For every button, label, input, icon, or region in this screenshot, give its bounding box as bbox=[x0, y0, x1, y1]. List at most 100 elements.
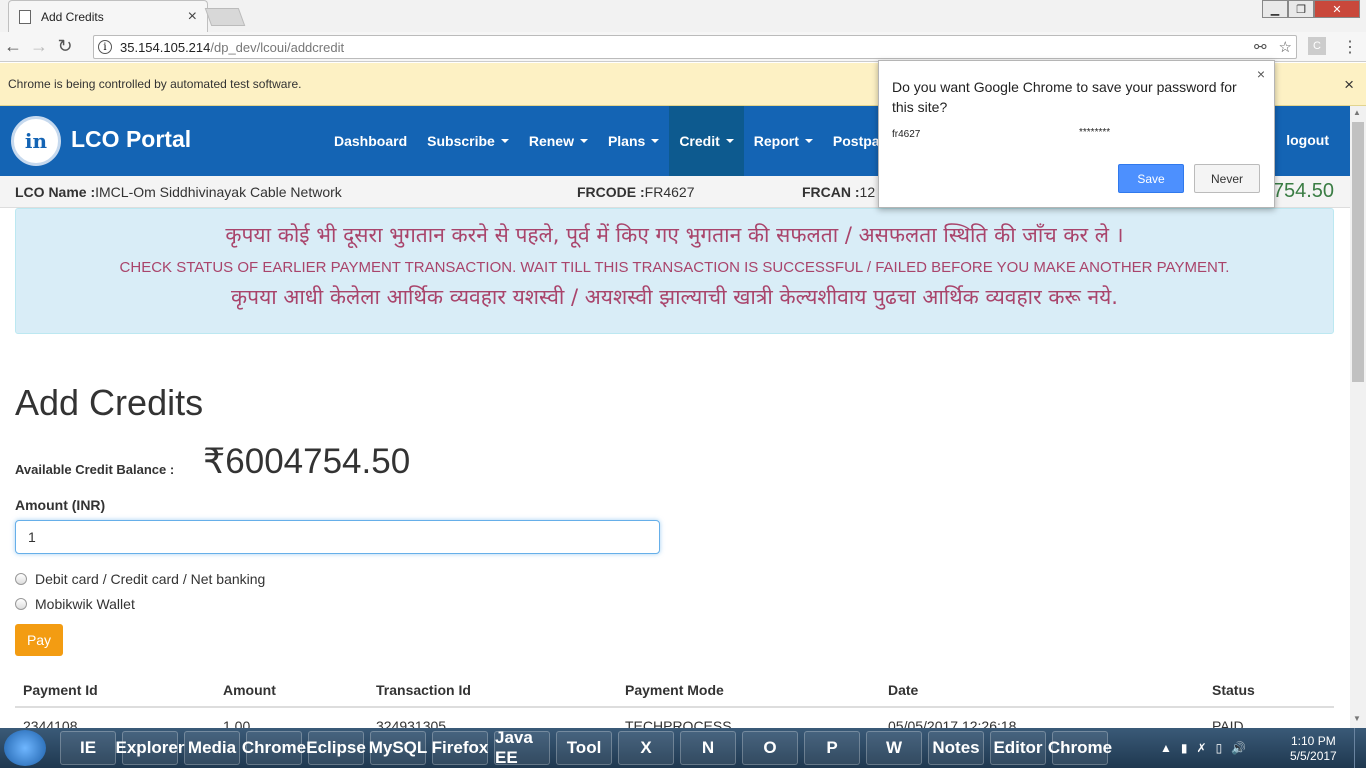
taskbar-media[interactable]: Media bbox=[184, 731, 240, 765]
caret-down-icon bbox=[651, 139, 660, 143]
lco-name: LCO Name :IMCL-Om Siddhivinayak Cable Ne… bbox=[15, 184, 342, 200]
pay-button[interactable]: Pay bbox=[15, 624, 63, 656]
cell-status: PAID bbox=[1212, 718, 1244, 728]
logout-link[interactable]: logout bbox=[1286, 132, 1329, 148]
radio-button[interactable] bbox=[15, 598, 27, 610]
browser-tab[interactable]: Add Credits × bbox=[8, 0, 208, 32]
taskbar-onenote[interactable]: N bbox=[680, 731, 736, 765]
tab-title: Add Credits bbox=[41, 9, 104, 24]
reload-icon[interactable]: ↻ bbox=[52, 36, 78, 57]
frcan-label: FRCAN : bbox=[802, 184, 860, 200]
nav-label: Report bbox=[753, 133, 799, 149]
address-bar[interactable]: i 35.154.105.214 /dp_dev/lcoui/addcredit… bbox=[93, 35, 1297, 59]
nav-label: Subscribe bbox=[427, 133, 495, 149]
nav-item-credit[interactable]: Credit bbox=[669, 106, 744, 176]
extension-icon[interactable]: C bbox=[1308, 37, 1326, 55]
volume-icon[interactable]: 🔊 bbox=[1231, 741, 1246, 755]
col-date: Date bbox=[888, 682, 919, 698]
radio-mobikwik[interactable]: Mobikwik Wallet bbox=[15, 596, 135, 612]
save-password-question: Do you want Google Chrome to save your p… bbox=[892, 79, 1237, 115]
nav-label: Credit bbox=[679, 133, 720, 149]
save-password-button[interactable]: Save bbox=[1118, 164, 1184, 193]
bookmark-star-icon[interactable]: ☆ bbox=[1279, 38, 1292, 56]
taskbar-powerpoint[interactable]: P bbox=[804, 731, 860, 765]
frcode-value: FR4627 bbox=[644, 184, 695, 200]
back-icon[interactable]: ← bbox=[0, 36, 26, 57]
clock-date: 5/5/2017 bbox=[1290, 749, 1337, 763]
alert-hindi: कृपया कोई भी दूसरा भुगतान करने से पहले, … bbox=[225, 223, 1124, 247]
brand-title[interactable]: LCO Portal bbox=[71, 126, 191, 153]
nav-item-report[interactable]: Report bbox=[744, 106, 823, 176]
nav-item-subscribe[interactable]: Subscribe bbox=[417, 106, 519, 176]
info-icon[interactable]: i bbox=[98, 40, 112, 54]
amount-input[interactable] bbox=[15, 520, 660, 554]
tab-close-icon[interactable]: × bbox=[188, 8, 197, 26]
payment-warning-alert: कृपया कोई भी दूसरा भुगतान करने से पहले, … bbox=[15, 208, 1334, 334]
nav-item-renew[interactable]: Renew bbox=[519, 106, 598, 176]
infobar-close-icon[interactable]: × bbox=[1344, 75, 1354, 95]
nav-item-dashboard[interactable]: Dashboard bbox=[324, 106, 417, 176]
taskbar-editor[interactable]: Editor bbox=[990, 731, 1046, 765]
start-button[interactable] bbox=[4, 730, 46, 766]
radio-card-netbanking[interactable]: Debit card / Credit card / Net banking bbox=[15, 571, 265, 587]
never-button[interactable]: Never bbox=[1194, 164, 1260, 193]
minimize-button[interactable]: ▁ bbox=[1262, 0, 1288, 18]
caret-down-icon bbox=[725, 139, 734, 143]
browser-toolbar: ← → ↻ i 35.154.105.214 /dp_dev/lcoui/add… bbox=[0, 32, 1366, 62]
window-close-button[interactable]: ✕ bbox=[1314, 0, 1360, 18]
brand-logo[interactable]: in bbox=[11, 116, 61, 166]
scroll-up-icon[interactable]: ▲ bbox=[1353, 108, 1361, 117]
col-amount: Amount bbox=[223, 682, 276, 698]
radio-button[interactable] bbox=[15, 573, 27, 585]
taskbar-outlook[interactable]: O bbox=[742, 731, 798, 765]
caret-down-icon bbox=[500, 139, 509, 143]
network-icon[interactable]: ✗ bbox=[1197, 741, 1207, 755]
header-balance: 754.50 bbox=[1272, 180, 1334, 202]
cell-payment-id: 2344108 bbox=[23, 718, 78, 728]
windows-taskbar: IE Explorer Media Chrome Eclipse MySQL F… bbox=[0, 728, 1366, 768]
new-tab-button[interactable] bbox=[204, 8, 246, 26]
save-password-dialog: Do you want Google Chrome to save your p… bbox=[878, 60, 1275, 208]
tray-expand-icon[interactable]: ▲ bbox=[1160, 741, 1172, 755]
payment-table: Payment Id Amount Transaction Id Payment… bbox=[15, 672, 1334, 728]
forward-icon[interactable]: → bbox=[26, 36, 52, 57]
battery-icon[interactable]: ▯ bbox=[1216, 741, 1223, 755]
taskbar-tool[interactable]: Tool bbox=[556, 731, 612, 765]
system-clock[interactable]: 1:10 PM 5/5/2017 bbox=[1290, 734, 1337, 764]
frcode: FRCODE :FR4627 bbox=[577, 184, 694, 200]
nav-label: Postpa bbox=[832, 133, 880, 149]
taskbar-notes[interactable]: Notes bbox=[928, 731, 984, 765]
chrome-menu-icon[interactable]: ⋮ bbox=[1342, 37, 1358, 57]
dialog-close-icon[interactable]: × bbox=[1257, 66, 1265, 82]
signal-icon[interactable]: ▮ bbox=[1181, 741, 1188, 755]
taskbar-ie[interactable]: IE bbox=[60, 731, 116, 765]
taskbar-mysql[interactable]: MySQL bbox=[369, 731, 427, 765]
taskbar-excel[interactable]: X bbox=[618, 731, 674, 765]
nav-item-plans[interactable]: Plans bbox=[598, 106, 669, 176]
taskbar-firefox[interactable]: Firefox bbox=[432, 731, 488, 765]
logo-text: in bbox=[24, 129, 48, 153]
page-scrollbar[interactable]: ▲ ▼ bbox=[1350, 106, 1366, 728]
key-icon[interactable]: ⚯ bbox=[1254, 38, 1267, 56]
scroll-down-icon[interactable]: ▼ bbox=[1353, 714, 1361, 723]
taskbar-java-ee[interactable]: Java EE bbox=[494, 728, 550, 767]
cell-transaction-id: 324931305 bbox=[376, 718, 447, 728]
scroll-thumb[interactable] bbox=[1352, 122, 1364, 382]
taskbar-explorer[interactable]: Explorer bbox=[116, 731, 185, 765]
table-row: 2344108 1.00 324931305 TECHPROCESS 05/05… bbox=[15, 708, 1334, 728]
taskbar-eclipse[interactable]: Eclipse bbox=[306, 731, 366, 765]
infobar-text: Chrome is being controlled by automated … bbox=[8, 77, 302, 91]
table-header: Payment Id Amount Transaction Id Payment… bbox=[15, 672, 1334, 708]
cell-payment-mode: TECHPROCESS bbox=[625, 718, 732, 728]
nav-menu: Dashboard Subscribe Renew Plans Credit R… bbox=[324, 106, 890, 176]
cell-date: 05/05/2017 12:26:18 bbox=[888, 718, 1017, 728]
taskbar-word[interactable]: W bbox=[866, 731, 922, 765]
alert-english: CHECK STATUS OF EARLIER PAYMENT TRANSACT… bbox=[119, 259, 1230, 276]
window-controls: ▁ ❐ ✕ bbox=[1262, 0, 1360, 18]
show-desktop-button[interactable] bbox=[1354, 728, 1366, 768]
taskbar-chrome-active[interactable]: Chrome bbox=[1048, 731, 1112, 765]
maximize-button[interactable]: ❐ bbox=[1288, 0, 1314, 18]
url-host: 35.154.105.214 bbox=[120, 39, 211, 55]
taskbar-chrome[interactable]: Chrome bbox=[242, 731, 306, 765]
browser-tab-bar: Add Credits × ▁ ❐ ✕ bbox=[0, 0, 1366, 32]
